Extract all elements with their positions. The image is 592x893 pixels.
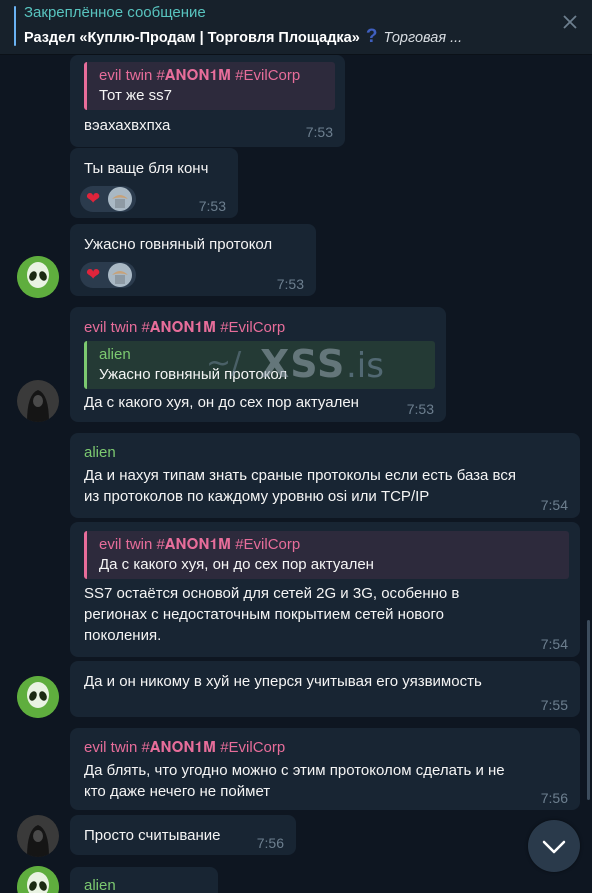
pinned-accent-bar: [14, 6, 16, 46]
message-text: вэахахвхпха: [84, 117, 171, 134]
message-time: 7:53: [406, 401, 434, 417]
reply-quote[interactable]: evil twin #𝐀𝐍𝐎𝐍𝟏𝐌 #EvilCorp Тот же ss7: [84, 62, 335, 110]
message-text: Просто считывание: [84, 827, 221, 844]
alien-icon: [17, 256, 59, 298]
message-text: SS7 остаётся основой для сетей 2G и 3G, …: [84, 585, 460, 602]
message-time: 7:54: [540, 497, 568, 513]
message-bubble[interactable]: Просто считывание 7:56: [70, 815, 296, 855]
reply-quote-text: Тот же ss7: [99, 87, 172, 104]
avatar[interactable]: [17, 815, 59, 857]
message-text: Ужасно говняный протокол: [84, 236, 273, 253]
message-time: 7:53: [198, 198, 226, 214]
message-text: Да блять, что угодно можно с этим проток…: [84, 762, 505, 779]
message-text: Ты ваще бля конч: [84, 160, 209, 177]
avatar[interactable]: [17, 380, 59, 422]
message-text: Да с какого хуя, он до сех пор актуален: [84, 394, 359, 411]
message-bubble[interactable]: alien Да и нахуя типам знать сраные прот…: [70, 433, 580, 518]
message-text: из протоколов по каждому уровню osi или …: [84, 488, 430, 505]
reply-quote[interactable]: evil twin #𝐀𝐍𝐎𝐍𝟏𝐌 #EvilCorp Да с какого …: [84, 531, 569, 579]
avatar[interactable]: [17, 676, 59, 718]
reactor-avatar: [108, 187, 132, 211]
reply-quote[interactable]: alien Ужасно говняный протокол: [84, 341, 435, 389]
avatar[interactable]: [17, 256, 59, 298]
message-bubble[interactable]: Ужасно говняный протокол ❤ 7:53: [70, 224, 316, 296]
message-text: регионах с недостаточным покрытием сетей…: [84, 606, 444, 623]
message-bubble[interactable]: evil twin #𝐀𝐍𝐎𝐍𝟏𝐌 #EvilCorp alien Ужасно…: [70, 307, 446, 422]
pinned-text[interactable]: Раздел «Куплю-Продам | Торговля Площадка…: [24, 26, 529, 48]
pinned-text-main: Раздел «Куплю-Продам | Торговля Площадка…: [24, 30, 360, 46]
message-bubble[interactable]: alien: [70, 867, 218, 893]
message-time: 7:56: [256, 835, 284, 851]
hooded-figure-icon: [17, 380, 59, 422]
alien-icon: [17, 676, 59, 718]
message-time: 7:55: [540, 697, 568, 713]
hooded-figure-icon: [17, 815, 59, 857]
message-bubble[interactable]: evil twin #𝐀𝐍𝐎𝐍𝟏𝐌 #EvilCorp Да блять, чт…: [70, 728, 580, 810]
message-text: кто даже нечего не поймет: [84, 783, 271, 800]
message-sender[interactable]: evil twin #𝐀𝐍𝐎𝐍𝟏𝐌 #EvilCorp: [84, 318, 285, 338]
pinned-text-tail: Торговая ...: [383, 30, 463, 46]
message-text: Да и нахуя типам знать сраные протоколы …: [84, 467, 516, 484]
message-text: Да и он никому в хуй не уперся учитывая …: [84, 673, 482, 690]
pinned-title: Закреплённое сообщение: [24, 4, 206, 21]
heart-icon: ❤: [86, 189, 101, 208]
reply-quote-sender: alien: [99, 346, 131, 363]
reply-quote-sender: evil twin #𝐀𝐍𝐎𝐍𝟏𝐌 #EvilCorp: [99, 67, 301, 84]
message-bubble[interactable]: evil twin #𝐀𝐍𝐎𝐍𝟏𝐌 #EvilCorp Тот же ss7 в…: [70, 55, 345, 147]
alien-icon: [17, 866, 59, 893]
heart-icon: ❤: [86, 265, 101, 284]
chat-window: Закреплённое сообщение Раздел «Куплю-Про…: [0, 0, 592, 893]
message-bubble[interactable]: Ты ваще бля конч ❤ 7:53: [70, 148, 238, 218]
reply-quote-sender: evil twin #𝐀𝐍𝐎𝐍𝟏𝐌 #EvilCorp: [99, 536, 301, 553]
message-sender[interactable]: alien: [84, 443, 116, 463]
message-sender[interactable]: evil twin #𝐀𝐍𝐎𝐍𝟏𝐌 #EvilCorp: [84, 738, 285, 758]
message-sender[interactable]: alien: [84, 876, 116, 893]
question-mark-icon: ?: [365, 26, 378, 47]
message-text: поколения.: [84, 627, 162, 644]
close-icon[interactable]: [562, 14, 578, 30]
message-bubble[interactable]: evil twin #𝐀𝐍𝐎𝐍𝟏𝐌 #EvilCorp Да с какого …: [70, 522, 580, 657]
message-time: 7:54: [540, 636, 568, 652]
chevron-down-icon: [542, 840, 566, 854]
message-time: 7:53: [276, 276, 304, 292]
reactor-avatar: [108, 263, 132, 287]
message-bubble[interactable]: Да и он никому в хуй не уперся учитывая …: [70, 661, 580, 717]
scrollbar-thumb[interactable]: [587, 620, 590, 800]
reply-quote-text: Ужасно говняный протокол: [99, 366, 288, 383]
message-time: 7:53: [305, 124, 333, 140]
scroll-down-button[interactable]: [528, 820, 580, 872]
reaction-pill[interactable]: ❤: [80, 186, 136, 212]
reply-quote-text: Да с какого хуя, он до сех пор актуален: [99, 556, 374, 573]
avatar[interactable]: [17, 866, 59, 893]
reaction-pill[interactable]: ❤: [80, 262, 136, 288]
message-time: 7:56: [540, 790, 568, 806]
pinned-message-bar[interactable]: Закреплённое сообщение Раздел «Куплю-Про…: [0, 0, 592, 55]
